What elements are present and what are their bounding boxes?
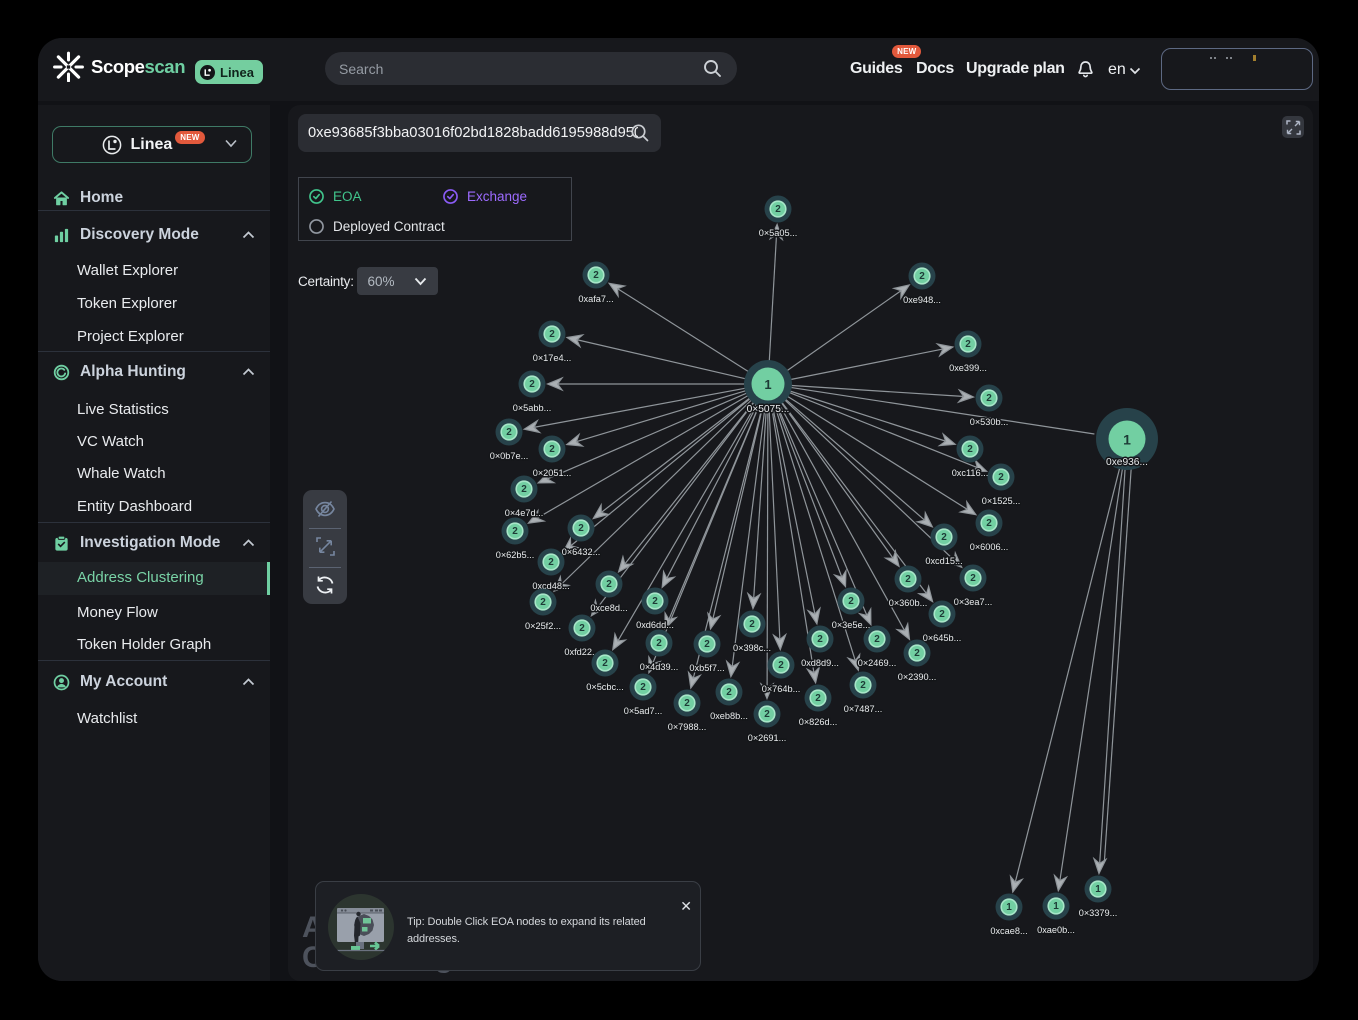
svg-text:2: 2 <box>905 574 911 585</box>
svg-text:2: 2 <box>506 427 512 438</box>
svg-text:2: 2 <box>986 393 992 404</box>
svg-text:0xb5f7...: 0xb5f7... <box>689 663 724 673</box>
svg-text:0×7988...: 0×7988... <box>668 722 707 732</box>
svg-text:2: 2 <box>593 270 599 281</box>
svg-text:0×2390...: 0×2390... <box>898 672 937 682</box>
svg-text:0×764b...: 0×764b... <box>762 684 801 694</box>
svg-text:0×17e4...: 0×17e4... <box>533 353 572 363</box>
svg-text:2: 2 <box>749 619 755 630</box>
svg-text:2: 2 <box>704 639 710 650</box>
svg-text:0×25f2...: 0×25f2... <box>525 621 561 631</box>
svg-text:2: 2 <box>540 597 546 608</box>
svg-text:0×826d...: 0×826d... <box>799 717 838 727</box>
svg-text:2: 2 <box>602 658 608 669</box>
svg-text:0xcae8...: 0xcae8... <box>990 926 1027 936</box>
svg-text:0×2691...: 0×2691... <box>748 733 787 743</box>
svg-text:2: 2 <box>549 329 555 340</box>
svg-text:0xce8d...: 0xce8d... <box>590 603 627 613</box>
svg-text:0xe948...: 0xe948... <box>903 295 941 305</box>
svg-text:2: 2 <box>815 693 821 704</box>
svg-text:0×3379...: 0×3379... <box>1079 908 1118 918</box>
svg-text:2: 2 <box>965 339 971 350</box>
svg-text:2: 2 <box>764 709 770 720</box>
svg-text:2: 2 <box>656 638 662 649</box>
svg-text:2: 2 <box>919 271 925 282</box>
svg-text:0xd8d9...: 0xd8d9... <box>801 658 839 668</box>
svg-text:2: 2 <box>986 518 992 529</box>
svg-text:2: 2 <box>848 596 854 607</box>
svg-text:2: 2 <box>998 472 1004 483</box>
svg-text:1: 1 <box>1006 902 1012 913</box>
svg-text:0×5ad7...: 0×5ad7... <box>624 706 663 716</box>
svg-text:2: 2 <box>775 204 781 215</box>
svg-text:0×0b7e...: 0×0b7e... <box>490 451 529 461</box>
svg-text:1: 1 <box>1053 901 1059 912</box>
svg-text:2: 2 <box>970 573 976 584</box>
svg-text:0xc116...: 0xc116... <box>952 468 989 478</box>
svg-text:2: 2 <box>860 680 866 691</box>
svg-text:2: 2 <box>529 379 535 390</box>
svg-text:1: 1 <box>1095 884 1101 895</box>
svg-text:2: 2 <box>914 648 920 659</box>
svg-text:0xd6dd...: 0xd6dd... <box>636 620 674 630</box>
svg-text:0×62b5...: 0×62b5... <box>496 550 535 560</box>
svg-text:2: 2 <box>941 532 947 543</box>
svg-text:2: 2 <box>512 526 518 537</box>
svg-text:0×6432...: 0×6432... <box>562 547 601 557</box>
svg-text:2: 2 <box>606 579 612 590</box>
svg-text:2: 2 <box>939 609 945 620</box>
svg-text:0×2051...: 0×2051... <box>533 468 572 478</box>
svg-text:0×4e7d...: 0×4e7d... <box>505 508 544 518</box>
svg-text:2: 2 <box>521 484 527 495</box>
svg-text:2: 2 <box>817 634 823 645</box>
svg-text:2: 2 <box>874 634 880 645</box>
svg-text:0×2469...: 0×2469... <box>858 658 897 668</box>
svg-text:0xe399...: 0xe399... <box>949 363 987 373</box>
svg-text:0xe936...: 0xe936... <box>1106 457 1148 468</box>
svg-text:0×4d39...: 0×4d39... <box>640 662 679 672</box>
svg-text:0×530b...: 0×530b... <box>970 417 1009 427</box>
svg-text:0×5a05...: 0×5a05... <box>759 228 798 238</box>
svg-text:0×5abb...: 0×5abb... <box>513 403 552 413</box>
svg-text:2: 2 <box>967 444 973 455</box>
svg-text:0×360b...: 0×360b... <box>889 598 928 608</box>
svg-text:0×3ea7...: 0×3ea7... <box>954 597 993 607</box>
svg-text:0×7487...: 0×7487... <box>844 704 883 714</box>
svg-text:0×5cbc...: 0×5cbc... <box>586 682 624 692</box>
svg-text:2: 2 <box>579 623 585 634</box>
svg-text:0xeb8b...: 0xeb8b... <box>710 711 748 721</box>
svg-text:0xcd15...: 0xcd15... <box>925 556 962 566</box>
svg-text:0×6006...: 0×6006... <box>970 542 1009 552</box>
svg-text:0×3e5e...: 0×3e5e... <box>832 620 871 630</box>
svg-text:2: 2 <box>778 660 784 671</box>
svg-text:1: 1 <box>1123 432 1131 448</box>
svg-text:2: 2 <box>549 444 555 455</box>
svg-text:2: 2 <box>726 687 732 698</box>
svg-text:0×5075...: 0×5075... <box>747 404 790 415</box>
svg-text:2: 2 <box>578 523 584 534</box>
svg-text:2: 2 <box>684 698 690 709</box>
svg-text:2: 2 <box>652 596 658 607</box>
svg-text:0xae0b...: 0xae0b... <box>1037 925 1075 935</box>
svg-text:2: 2 <box>548 557 554 568</box>
svg-text:0×1525...: 0×1525... <box>982 496 1021 506</box>
svg-text:0×398c...: 0×398c... <box>733 643 771 653</box>
svg-text:0xafa7...: 0xafa7... <box>578 294 613 304</box>
svg-text:0×645b...: 0×645b... <box>923 633 962 643</box>
svg-text:2: 2 <box>640 682 646 693</box>
svg-text:1: 1 <box>764 377 771 392</box>
